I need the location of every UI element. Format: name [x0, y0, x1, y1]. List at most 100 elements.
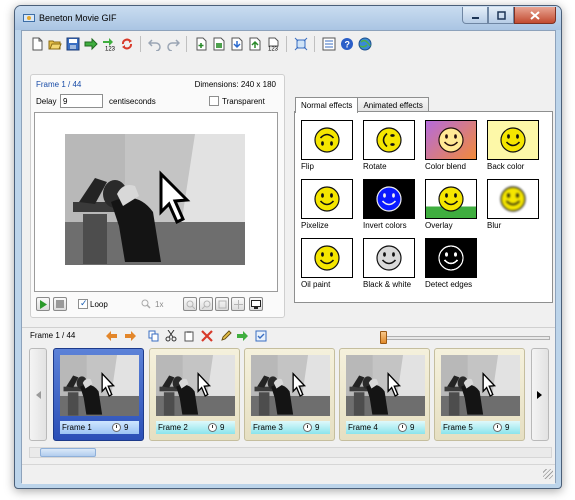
zoom-in-button[interactable]: [183, 297, 197, 311]
frame-thumbnail[interactable]: Frame 4 9: [339, 348, 430, 441]
play-button[interactable]: [36, 297, 50, 311]
scrollbar-thumb[interactable]: [40, 448, 96, 457]
loop-checkbox[interactable]: Loop: [78, 298, 108, 309]
close-button[interactable]: [514, 7, 556, 24]
previous-frame-button[interactable]: [105, 329, 119, 343]
timeline-panel: Frame 1 / 44 Frame 1 9 Frame 2 9 Frame 3…: [22, 327, 555, 484]
minimize-button[interactable]: [462, 7, 488, 24]
app-icon: [23, 14, 35, 22]
paste-button[interactable]: [182, 329, 196, 343]
effect-back-color[interactable]: Back color: [487, 120, 549, 171]
arrow-left-icon: [106, 331, 117, 341]
tab-animated-effects[interactable]: Animated effects: [357, 97, 429, 112]
fit-button[interactable]: [215, 297, 229, 311]
cut-button[interactable]: [164, 329, 178, 343]
zoom-out-button[interactable]: [199, 297, 213, 311]
frame-thumbnail[interactable]: Frame 1 9: [53, 348, 144, 441]
effect-color-blend-preview: [425, 120, 477, 160]
frame-panel: Frame 1 / 44 Dimensions: 240 x 180 Delay…: [30, 74, 285, 318]
copy-frame-button[interactable]: [147, 329, 161, 343]
edit-frame-button[interactable]: [210, 36, 227, 53]
effect-pixelize[interactable]: Pixelize: [301, 179, 363, 230]
frame-info-bar: Frame 1 9: [60, 421, 139, 434]
effect-rotate[interactable]: Rotate: [363, 120, 425, 171]
effect-flip[interactable]: Flip: [301, 120, 363, 171]
frame-thumbnail[interactable]: Frame 2 9: [149, 348, 240, 441]
move-frame-button[interactable]: [236, 329, 250, 343]
renumber-icon: 123: [268, 37, 278, 51]
resize-button[interactable]: [292, 36, 309, 53]
effect-invert-colors[interactable]: Invert colors: [363, 179, 425, 230]
status-bar: [22, 464, 555, 481]
frame-indicator: Frame 1 / 44: [36, 80, 82, 89]
stop-icon: [56, 300, 64, 308]
refresh-button[interactable]: [118, 36, 135, 53]
frame-thumbnail[interactable]: Frame 3 9: [244, 348, 335, 441]
export-frames-button[interactable]: [246, 36, 263, 53]
transparent-label: Transparent: [222, 96, 265, 106]
effect-color-blend[interactable]: Color blend: [425, 120, 487, 171]
center-button[interactable]: [231, 297, 245, 311]
export-icon: [84, 37, 98, 51]
delete-frame-button[interactable]: [200, 329, 214, 343]
renumber-button[interactable]: 123: [264, 36, 281, 53]
undo-button[interactable]: [146, 36, 163, 53]
new-button[interactable]: [28, 36, 45, 53]
horizontal-scrollbar[interactable]: [29, 447, 552, 458]
edit-button[interactable]: [219, 329, 233, 343]
properties-frame-button[interactable]: [254, 329, 268, 343]
next-frame-button[interactable]: [123, 329, 137, 343]
effect-overlay[interactable]: Overlay: [425, 179, 487, 230]
scroll-right-button[interactable]: [531, 348, 549, 441]
effect-detect-edges-preview: [425, 238, 477, 278]
minimize-icon: [471, 16, 479, 19]
frame-name: Frame 4: [348, 423, 378, 432]
smiley-icon: [436, 243, 466, 273]
fullscreen-button[interactable]: [249, 297, 263, 311]
dimensions-label: Dimensions: 240 x 180: [194, 80, 276, 89]
save-button[interactable]: [64, 36, 81, 53]
properties-button[interactable]: [320, 36, 337, 53]
effect-blur[interactable]: Blur: [487, 179, 549, 230]
import-button[interactable]: [228, 36, 245, 53]
copy-icon: [148, 330, 159, 342]
scroll-left-button[interactable]: [29, 348, 47, 441]
effect-oil-paint[interactable]: Oil paint: [301, 238, 363, 289]
timeline-slider-track[interactable]: [386, 336, 550, 340]
insert-frame-button[interactable]: [192, 36, 209, 53]
cut-icon: [165, 330, 177, 342]
clock-icon: [112, 423, 121, 432]
effect-black-white-preview: [363, 238, 415, 278]
open-icon: [48, 40, 62, 50]
transparent-checkbox[interactable]: Transparent: [209, 96, 265, 106]
redo-button[interactable]: [164, 36, 181, 53]
frame-thumbnail[interactable]: Frame 5 9: [434, 348, 525, 441]
title-bar[interactable]: Beneton Movie GIF: [15, 6, 561, 30]
open-button[interactable]: [46, 36, 63, 53]
effect-detect-edges[interactable]: Detect edges: [425, 238, 487, 289]
maximize-button[interactable]: [488, 7, 514, 24]
effects-panel: Flip Rotate Color blend Back color Pixel…: [294, 111, 553, 303]
client-area: 123 123 ? Frame 1 / 44 Dimensions: 240 x…: [21, 30, 556, 484]
frame-name: Frame 5: [443, 423, 473, 432]
export-button[interactable]: [82, 36, 99, 53]
loop-checkbox-box[interactable]: [78, 298, 88, 309]
delay-input[interactable]: [60, 94, 103, 108]
app-window: Beneton Movie GIF 123 123 ? Frame 1 / 44…: [14, 5, 562, 489]
effect-label: Invert colors: [363, 221, 407, 230]
frame-delay: 9: [410, 423, 415, 432]
tab-normal-effects[interactable]: Normal effects: [295, 97, 359, 113]
transparent-checkbox-box[interactable]: [209, 96, 219, 106]
effects-tabs: Normal effects Animated effects: [295, 97, 429, 113]
numbering-button[interactable]: 123: [100, 36, 117, 53]
timeline-slider-thumb[interactable]: [380, 331, 387, 344]
new-icon: [32, 37, 42, 51]
effect-black-white[interactable]: Black & white: [363, 238, 425, 289]
stop-button[interactable]: [53, 297, 67, 311]
main-toolbar: 123 123 ?: [22, 31, 555, 57]
help-button[interactable]: ?: [338, 36, 355, 53]
frame-info-bar: Frame 3 9: [251, 421, 330, 434]
web-button[interactable]: [356, 36, 373, 53]
resize-grip[interactable]: [543, 469, 553, 479]
smiley-icon: [498, 125, 528, 155]
